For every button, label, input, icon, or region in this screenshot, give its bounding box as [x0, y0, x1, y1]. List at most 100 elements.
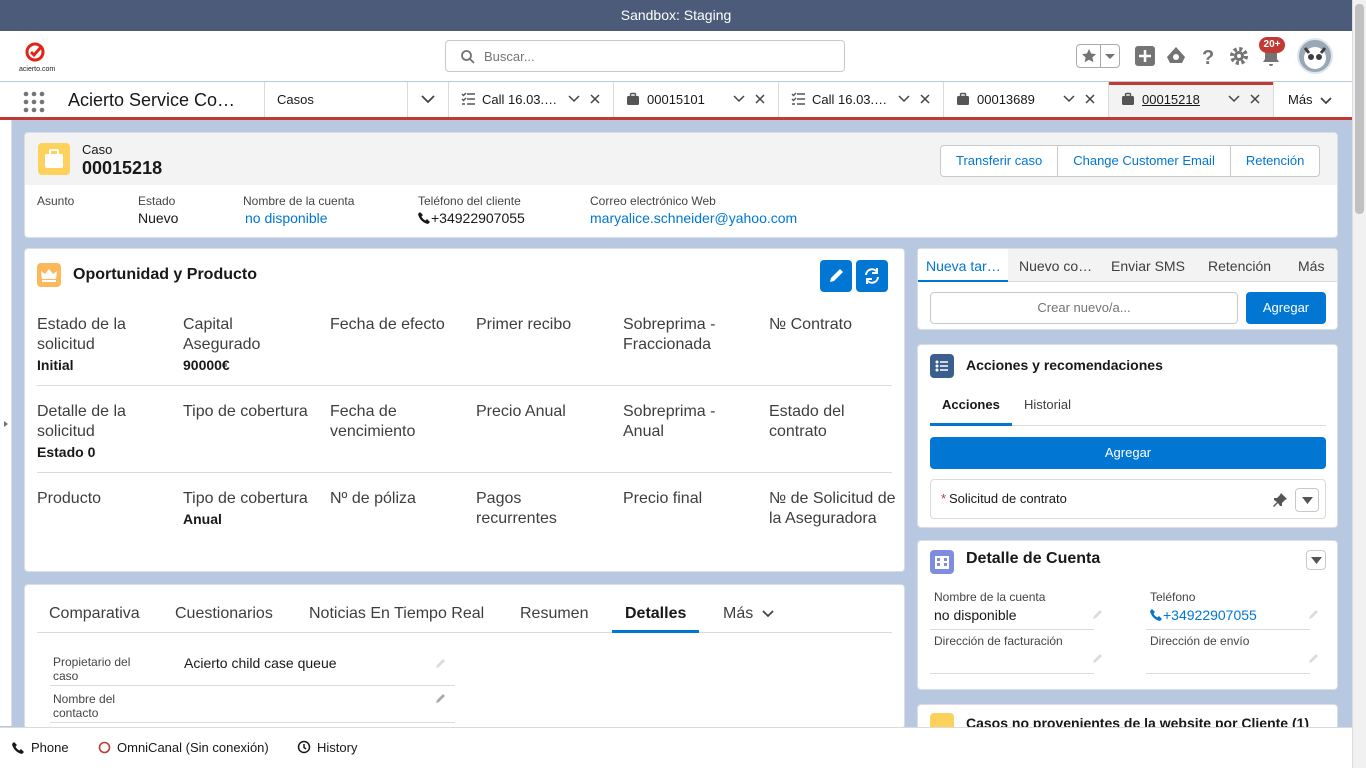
- tab-retention[interactable]: Retención: [1208, 258, 1271, 274]
- field-divider: [1146, 629, 1310, 630]
- tab-send-sms[interactable]: Enviar SMS: [1111, 258, 1185, 274]
- pencil-icon[interactable]: [1308, 608, 1320, 620]
- close-icon[interactable]: [589, 92, 601, 106]
- tab-label: 00015218: [1142, 92, 1200, 107]
- field-label: Estado: [138, 194, 176, 208]
- edit-button[interactable]: [820, 260, 852, 292]
- close-icon[interactable]: [919, 92, 931, 106]
- retention-button[interactable]: Retención: [1231, 146, 1320, 176]
- gear-icon[interactable]: [1227, 44, 1251, 68]
- close-icon[interactable]: [754, 92, 766, 106]
- item-menu-button[interactable]: [1295, 488, 1319, 512]
- pin-icon[interactable]: [1272, 492, 1288, 508]
- action-item[interactable]: * Solicitud de contrato: [930, 479, 1326, 519]
- more-tabs-button[interactable]: Más: [1288, 92, 1332, 107]
- add-button[interactable]: Agregar: [1246, 292, 1326, 324]
- chevron-right-icon[interactable]: [3, 420, 9, 428]
- refresh-button[interactable]: [856, 260, 888, 292]
- tab-comparativa[interactable]: Comparativa: [49, 605, 140, 623]
- field-divider: [1146, 673, 1310, 674]
- phone-value[interactable]: +34922907055: [1163, 607, 1257, 623]
- field-label: Correo electrónico Web: [590, 194, 716, 208]
- pencil-icon[interactable]: [1308, 652, 1320, 664]
- email-link[interactable]: maryalice.schneider@yahoo.com: [590, 210, 797, 226]
- account-phone[interactable]: +34922907055: [1150, 607, 1257, 623]
- utility-label: OmniCanal (Sin conexión): [117, 740, 269, 755]
- app-launcher-icon[interactable]: [23, 91, 45, 113]
- utility-history[interactable]: History: [297, 740, 357, 755]
- workspace-tab[interactable]: 00015101: [614, 82, 778, 117]
- help-icon[interactable]: ?: [1196, 44, 1220, 68]
- tab-historial[interactable]: Historial: [1024, 397, 1071, 412]
- tab-new-contact[interactable]: Nuevo co…: [1019, 258, 1092, 274]
- utility-sidebar-toggle[interactable]: [0, 120, 12, 726]
- field-first-receipt: Primer recibo: [476, 315, 606, 335]
- utility-phone[interactable]: Phone: [12, 740, 69, 755]
- phone-icon[interactable]: [1150, 608, 1163, 621]
- notifications-badge[interactable]: 20+: [1259, 37, 1285, 53]
- case-icon: [38, 143, 70, 175]
- field-label: Dirección de envío: [1150, 634, 1250, 648]
- avatar[interactable]: [1297, 38, 1333, 74]
- field-recurring-payments: Pagos recurrentes: [476, 489, 606, 529]
- utility-omnichannel[interactable]: OmniCanal (Sin conexión): [98, 740, 269, 755]
- workspace-tab[interactable]: Call 16.03.…: [449, 82, 613, 117]
- tab-cuestionarios[interactable]: Cuestionarios: [175, 605, 273, 623]
- field-label: Teléfono del cliente: [418, 194, 521, 208]
- workspace-tab[interactable]: Call 16.03.…: [779, 82, 943, 117]
- workspace-tab-active[interactable]: 00015218: [1109, 82, 1273, 117]
- chevron-down-icon[interactable]: [1063, 93, 1075, 105]
- chevron-down-icon[interactable]: [421, 94, 435, 104]
- page-scrollbar[interactable]: [1352, 0, 1366, 768]
- tab-resumen[interactable]: Resumen: [520, 605, 588, 623]
- tab-new-task[interactable]: Nueva tar…: [926, 258, 1001, 274]
- global-actions-icon[interactable]: [1133, 44, 1157, 68]
- action-item-label: Solicitud de contrato: [949, 491, 1067, 506]
- close-icon[interactable]: [1084, 92, 1096, 106]
- tab-more[interactable]: Más: [723, 605, 774, 623]
- field-value: Anual: [183, 511, 222, 527]
- scrollbar-thumb[interactable]: [1355, 4, 1364, 214]
- change-email-button[interactable]: Change Customer Email: [1058, 146, 1231, 176]
- object-selector[interactable]: Casos: [264, 82, 444, 117]
- pencil-icon[interactable]: [1092, 652, 1104, 664]
- account-link[interactable]: no disponible: [245, 210, 354, 226]
- workspace-tab[interactable]: 00013689: [944, 82, 1108, 117]
- global-search[interactable]: [445, 40, 845, 72]
- close-icon[interactable]: [1249, 92, 1261, 106]
- tab-detalles[interactable]: Detalles: [625, 605, 686, 623]
- chevron-down-icon[interactable]: [733, 93, 745, 105]
- lock-edit-icon[interactable]: [435, 657, 447, 669]
- global-header: acierto.com ? 20+: [0, 31, 1352, 81]
- trailhead-icon[interactable]: [1164, 44, 1188, 68]
- case-header: Caso 00015218 Transferir caso Change Cus…: [25, 133, 1337, 185]
- nav-divider: [407, 82, 408, 117]
- transfer-case-button[interactable]: Transferir caso: [941, 146, 1059, 176]
- star-icon[interactable]: [1081, 48, 1097, 64]
- active-tab-indicator: [612, 630, 699, 633]
- chevron-down-icon[interactable]: [1104, 53, 1116, 61]
- search-input[interactable]: [484, 46, 824, 66]
- tab-noticias[interactable]: Noticias En Tiempo Real: [309, 605, 484, 623]
- field-value: Nuevo: [138, 210, 179, 226]
- chevron-down-icon[interactable]: [568, 93, 580, 105]
- favorites-button-group[interactable]: [1076, 44, 1120, 68]
- field-label: Capital Asegurado: [183, 316, 261, 353]
- chevron-down-icon: [762, 610, 774, 618]
- account-icon: [930, 550, 954, 574]
- chevron-down-icon[interactable]: [1228, 93, 1240, 105]
- pencil-icon[interactable]: [435, 692, 447, 704]
- phone-value[interactable]: +34922907055: [431, 210, 525, 226]
- chevron-down-icon[interactable]: [898, 93, 910, 105]
- acierto-logo[interactable]: acierto.com: [18, 41, 58, 73]
- create-new-input[interactable]: Crear nuevo/a...: [930, 292, 1238, 324]
- phone-icon[interactable]: [418, 211, 431, 224]
- tab-acciones[interactable]: Acciones: [942, 397, 1000, 412]
- active-tab-indicator: [930, 423, 1012, 426]
- pencil-icon[interactable]: [1092, 608, 1104, 620]
- app-name: Acierto Service Co…: [68, 90, 236, 110]
- add-action-button[interactable]: Agregar: [930, 437, 1326, 469]
- tab-more[interactable]: Más: [1298, 258, 1324, 274]
- card-menu-button[interactable]: [1306, 550, 1326, 570]
- field-label: Propietario del caso: [53, 655, 131, 683]
